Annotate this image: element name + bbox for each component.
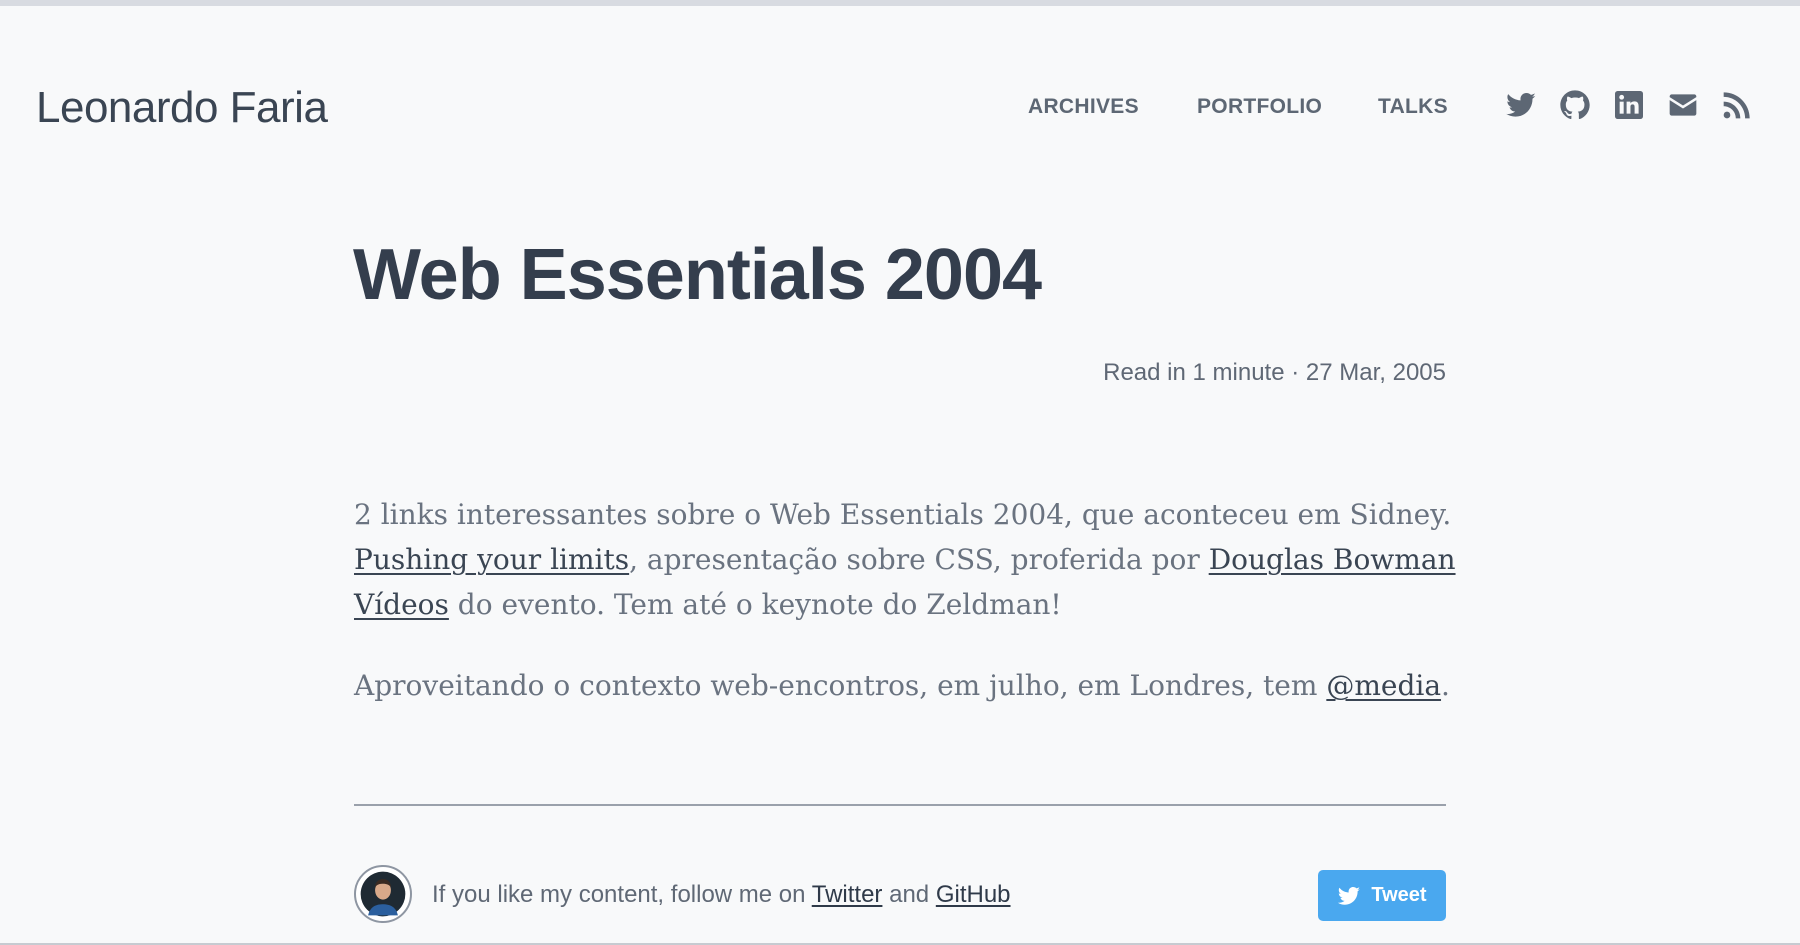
paragraph-line: 2 links interessantes sobre o Web Essent… [354, 498, 1452, 531]
nav-portfolio[interactable]: PORTFOLIO [1197, 94, 1322, 120]
link-pushing-your-limits[interactable]: Pushing your limits [354, 543, 629, 576]
paragraph-text: . [1441, 669, 1450, 702]
follow-text-part: and [882, 881, 936, 908]
github-link[interactable]: GitHub [936, 881, 1011, 908]
mail-icon[interactable] [1667, 89, 1699, 121]
paragraph-text: do evento. Tem até o keynote do Zeldman! [448, 588, 1062, 621]
top-border [0, 0, 1800, 6]
avatar [354, 865, 412, 923]
linkedin-icon[interactable] [1613, 89, 1645, 121]
post-title: Web Essentials 2004 [353, 235, 1042, 315]
nav-talks[interactable]: TALKS [1378, 94, 1448, 120]
link-douglas-bowman[interactable]: Douglas Bowman [1209, 543, 1456, 576]
post-content: 2 links interessantes sobre o Web Essent… [354, 492, 1456, 708]
link-videos[interactable]: Vídeos [354, 588, 449, 621]
paragraph-text: Aproveitando o contexto web-encontros, e… [354, 669, 1327, 702]
github-icon[interactable] [1559, 89, 1591, 121]
post-meta: Read in 1 minute · 27 Mar, 2005 [1103, 359, 1446, 386]
nav-archives[interactable]: ARCHIVES [1028, 94, 1139, 120]
divider [354, 804, 1446, 806]
paragraph-line: Vídeos do evento. Tem até o keynote do Z… [354, 582, 1450, 627]
twitter-icon[interactable] [1505, 89, 1537, 121]
rss-icon[interactable] [1721, 89, 1753, 121]
paragraph-line: Pushing your limits, apresentação sobre … [354, 537, 1456, 582]
follow-text-part: If you like my content, follow me on [432, 881, 812, 908]
paragraph-text: , apresentação sobre CSS, proferida por [629, 543, 1209, 576]
twitter-bird-icon [1338, 886, 1361, 905]
follow-text: If you like my content, follow me on Twi… [432, 880, 1011, 910]
site-title[interactable]: Leonardo Faria [36, 80, 328, 136]
paragraph-line: Aproveitando o contexto web-encontros, e… [354, 663, 1450, 708]
twitter-link[interactable]: Twitter [812, 881, 883, 908]
link-media[interactable]: @media [1326, 669, 1441, 702]
tweet-button-label: Tweet [1371, 884, 1427, 906]
tweet-button[interactable]: Tweet [1318, 870, 1446, 921]
